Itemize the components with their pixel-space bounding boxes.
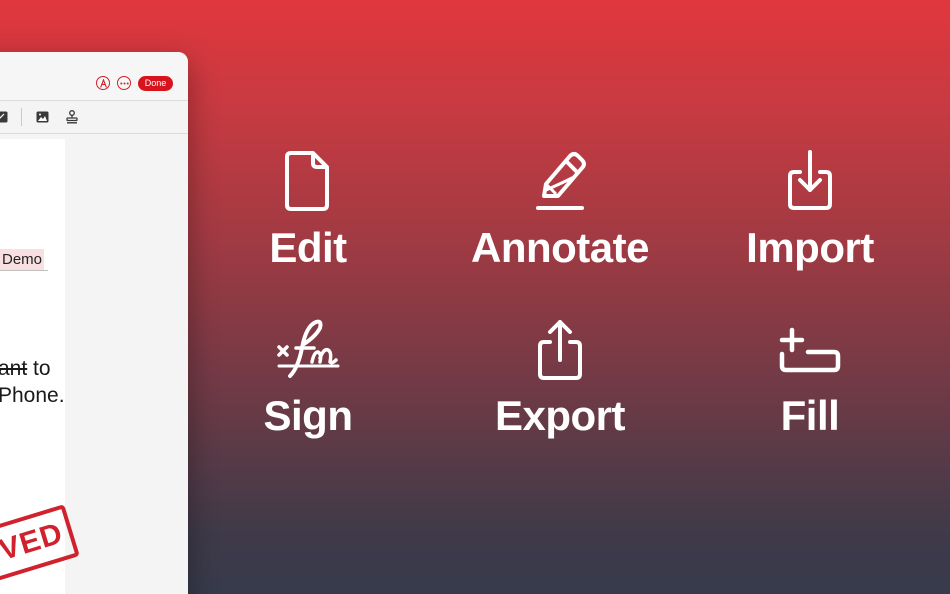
pencil-icon (536, 152, 586, 210)
strikethrough-text[interactable]: ant (0, 357, 27, 380)
share-icon (538, 320, 582, 380)
pen-circle-icon[interactable] (96, 76, 110, 90)
form-fill-icon (779, 327, 841, 373)
feature-label-edit: Edit (269, 224, 347, 271)
title-bar: Done (0, 52, 188, 100)
stamp-icon[interactable] (66, 110, 78, 129)
feature-fill: Fill (690, 318, 930, 440)
feature-label-import: Import (746, 224, 874, 271)
signature-box-icon[interactable] (0, 110, 8, 128)
done-button[interactable]: Done (138, 76, 173, 91)
app-window: Done Demo ant to Phone. VED (0, 52, 188, 594)
image-icon[interactable] (36, 110, 49, 128)
feature-export: Export (440, 318, 680, 440)
highlighted-text[interactable]: Demo (0, 249, 45, 270)
import-icon (788, 150, 832, 210)
document-icon (285, 151, 329, 211)
more-icon[interactable] (117, 76, 131, 90)
feature-edit: Edit (188, 150, 428, 272)
toolbar (0, 100, 188, 134)
feature-label-export: Export (494, 392, 626, 439)
signature-icon (277, 319, 340, 378)
document-text-line: ant to (0, 356, 51, 382)
feature-import: Import (690, 150, 930, 272)
feature-sign: Sign (188, 318, 428, 440)
feature-label-annotate: Annotate (471, 224, 650, 271)
feature-label-sign: Sign (263, 392, 354, 439)
feature-annotate: Annotate (440, 150, 680, 272)
toolbar-separator (21, 108, 22, 126)
document-text: to (27, 357, 51, 380)
highlight-underline (0, 270, 48, 271)
document-text-line: Phone. (0, 384, 65, 407)
feature-label-fill: Fill (780, 392, 840, 439)
